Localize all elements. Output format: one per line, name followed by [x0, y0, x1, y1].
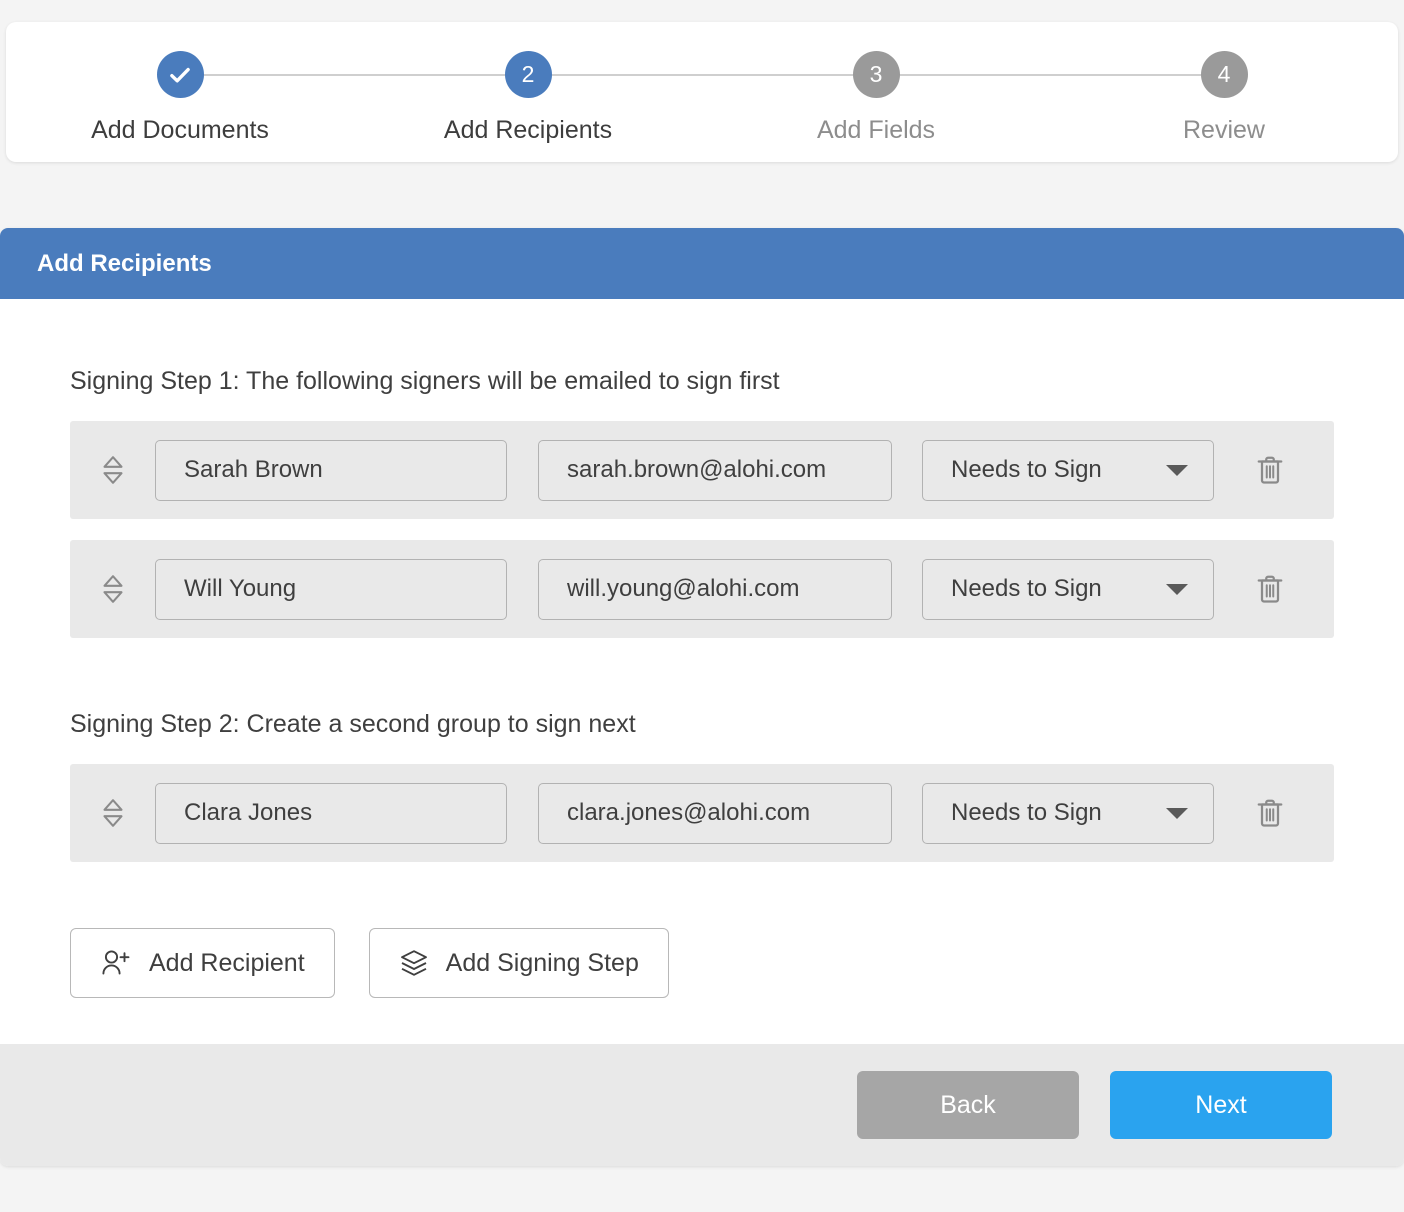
- delete-recipient-button[interactable]: [1250, 791, 1290, 835]
- panel-header: Add Recipients: [0, 228, 1404, 299]
- stepper-step-1-circle: [157, 51, 204, 98]
- chevron-down-icon: [1166, 808, 1188, 819]
- recipient-row: Will Young will.young@alohi.com Needs to…: [70, 540, 1334, 638]
- sort-vertical-icon-glyph: [100, 573, 126, 605]
- recipient-role-value: Needs to Sign: [951, 456, 1102, 484]
- recipient-role-select[interactable]: Needs to Sign: [922, 559, 1214, 620]
- trash-icon: [1255, 453, 1285, 487]
- sort-vertical-icon[interactable]: [96, 569, 130, 609]
- stepper-step-1-label: Add Documents: [91, 116, 269, 145]
- stepper-step-add-documents[interactable]: Add Documents: [6, 51, 354, 145]
- trash-icon: [1255, 796, 1285, 830]
- back-button[interactable]: Back: [857, 1071, 1079, 1139]
- stepper-connector-line: [180, 74, 528, 76]
- stepper-step-4-circle: 4: [1201, 51, 1248, 98]
- stepper-step-review[interactable]: 4 Review: [1050, 51, 1398, 145]
- chevron-down-icon: [1166, 584, 1188, 595]
- stepper-step-2-label: Add Recipients: [444, 116, 612, 145]
- add-recipient-label: Add Recipient: [149, 949, 305, 978]
- user-plus-icon: [100, 948, 132, 978]
- add-signing-step-button[interactable]: Add Signing Step: [369, 928, 669, 998]
- panel-footer: Back Next: [0, 1044, 1404, 1166]
- recipient-email-input[interactable]: clara.jones@alohi.com: [538, 783, 892, 844]
- wizard-stepper-card: Add Documents 2 Add Recipients 3 Add Fie…: [6, 22, 1398, 162]
- layers-icon: [399, 948, 429, 978]
- stepper-step-3-circle: 3: [853, 51, 900, 98]
- sort-vertical-icon[interactable]: [96, 793, 130, 833]
- delete-recipient-button[interactable]: [1250, 567, 1290, 611]
- recipient-row: Clara Jones clara.jones@alohi.com Needs …: [70, 764, 1334, 862]
- trash-icon: [1255, 572, 1285, 606]
- recipient-name-input[interactable]: Sarah Brown: [155, 440, 507, 501]
- add-signing-step-label: Add Signing Step: [446, 949, 639, 978]
- recipient-email-input[interactable]: will.young@alohi.com: [538, 559, 892, 620]
- stepper-connector-line: [876, 74, 1224, 76]
- add-recipients-panel: Add Recipients Signing Step 1: The follo…: [0, 228, 1404, 1166]
- chevron-down-icon: [1166, 465, 1188, 476]
- page-title: Add Recipients: [37, 250, 212, 278]
- signing-step-2-heading: Signing Step 2: Create a second group to…: [70, 710, 1334, 739]
- check-icon: [167, 62, 193, 88]
- panel-body: Signing Step 1: The following signers wi…: [0, 299, 1404, 1044]
- recipient-name-input[interactable]: Clara Jones: [155, 783, 507, 844]
- recipient-row: Sarah Brown sarah.brown@alohi.com Needs …: [70, 421, 1334, 519]
- recipient-role-select[interactable]: Needs to Sign: [922, 783, 1214, 844]
- recipient-role-value: Needs to Sign: [951, 799, 1102, 827]
- signing-step-1-heading: Signing Step 1: The following signers wi…: [70, 367, 1334, 396]
- stepper-step-2-circle: 2: [505, 51, 552, 98]
- stepper-step-add-fields[interactable]: 3 Add Fields: [702, 51, 1050, 145]
- recipient-role-value: Needs to Sign: [951, 575, 1102, 603]
- stepper-step-add-recipients[interactable]: 2 Add Recipients: [354, 51, 702, 145]
- sort-vertical-icon-glyph: [100, 454, 126, 486]
- sort-vertical-icon-glyph: [100, 797, 126, 829]
- next-button[interactable]: Next: [1110, 1071, 1332, 1139]
- recipient-role-select[interactable]: Needs to Sign: [922, 440, 1214, 501]
- panel-action-row: Add Recipient Add Signing Step: [70, 928, 1334, 998]
- wizard-stepper: Add Documents 2 Add Recipients 3 Add Fie…: [6, 22, 1398, 162]
- stepper-step-3-label: Add Fields: [817, 116, 935, 145]
- sort-vertical-icon[interactable]: [96, 450, 130, 490]
- delete-recipient-button[interactable]: [1250, 448, 1290, 492]
- add-recipient-button[interactable]: Add Recipient: [70, 928, 335, 998]
- stepper-connector-line: [528, 74, 876, 76]
- recipient-name-input[interactable]: Will Young: [155, 559, 507, 620]
- stepper-step-4-label: Review: [1183, 116, 1265, 145]
- recipient-email-input[interactable]: sarah.brown@alohi.com: [538, 440, 892, 501]
